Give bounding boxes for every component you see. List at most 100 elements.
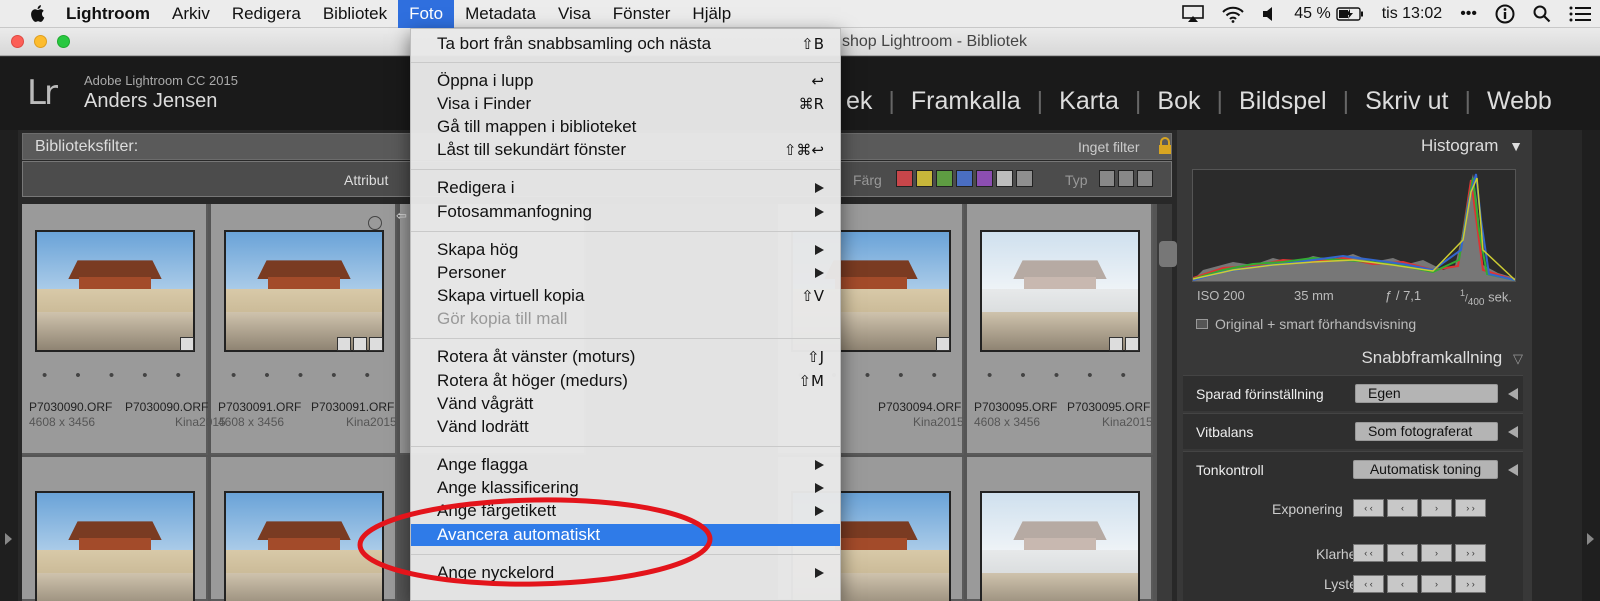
type-virtual-icon[interactable] — [1118, 170, 1134, 187]
wifi-icon[interactable] — [1222, 0, 1244, 28]
photo-thumbnail[interactable] — [980, 491, 1140, 601]
module-webb[interactable]: Webb — [1487, 87, 1552, 116]
histogram[interactable] — [1192, 169, 1516, 282]
module-framkalla[interactable]: Framkalla — [911, 87, 1021, 116]
menu-item-lock-secondary-window[interactable]: Låst till sekundärt fönster ⇧⌘↩ — [411, 139, 840, 161]
menu-hjalp[interactable]: Hjälp — [681, 0, 742, 28]
menu-visa[interactable]: Visa — [547, 0, 602, 28]
minimize-window-button[interactable] — [34, 35, 47, 48]
menu-item-open-loupe[interactable]: Öppna i lupp ↩ — [411, 70, 840, 92]
menu-fonster[interactable]: Fönster — [602, 0, 682, 28]
menu-item-edit-in[interactable]: Redigera i — [411, 177, 840, 199]
histogram-header[interactable]: Histogram ▼ — [1183, 136, 1523, 156]
vibrance-decrease[interactable]: ‹ — [1387, 575, 1418, 593]
module-skriv-ut[interactable]: Skriv ut — [1365, 87, 1448, 116]
clarity-decrease-large[interactable]: ‹ ‹ — [1353, 544, 1384, 562]
auto-tone-button[interactable]: Automatisk toning — [1353, 460, 1498, 479]
type-master-icon[interactable] — [1099, 170, 1115, 187]
exposure-decrease[interactable]: ‹ — [1387, 499, 1418, 517]
grid-cell[interactable]: • • • • • P7030095.ORF P7030095.ORF 4608… — [967, 204, 1153, 455]
module-bildspel[interactable]: Bildspel — [1239, 87, 1327, 116]
volume-icon[interactable] — [1262, 0, 1276, 28]
develop-adjust-icon[interactable] — [1125, 337, 1139, 351]
menu-item-show-in-finder[interactable]: Visa i Finder ⌘R — [411, 93, 840, 115]
menu-item-flip-vertical[interactable]: Vänd lodrätt — [411, 416, 840, 438]
develop-adjust-icon[interactable] — [936, 337, 950, 351]
white-balance-select[interactable]: Som fotograferat — [1355, 422, 1498, 441]
color-filter-purple[interactable] — [976, 170, 993, 187]
grid-cell[interactable] — [967, 457, 1153, 601]
color-filter-yellow[interactable] — [916, 170, 933, 187]
exposure-decrease-large[interactable]: ‹ ‹ — [1353, 499, 1384, 517]
rating-dots[interactable]: • • • • • — [231, 367, 382, 384]
menu-item-create-stack[interactable]: Skapa hög — [411, 239, 840, 261]
left-panel-toggle[interactable] — [0, 130, 18, 601]
menu-item-rotate-left[interactable]: Rotera åt vänster (moturs) ⇧J — [411, 346, 840, 368]
color-filter-blue[interactable] — [956, 170, 973, 187]
saved-preset-select[interactable]: Egen — [1355, 384, 1498, 403]
crop-icon[interactable] — [1109, 337, 1123, 351]
vibrance-increase-large[interactable]: › › — [1455, 575, 1486, 593]
quick-develop-header[interactable]: Snabbframkallning ▽ — [1183, 348, 1523, 368]
color-filter-other[interactable] — [996, 170, 1013, 187]
develop-adjust-icon[interactable] — [180, 337, 194, 351]
row-disclosure-icon[interactable] — [1508, 464, 1518, 476]
airplay-icon[interactable] — [1182, 0, 1205, 28]
menu-item-flip-horizontal[interactable]: Vänd vågrätt — [411, 393, 840, 415]
close-window-button[interactable] — [11, 35, 24, 48]
photo-thumbnail[interactable] — [980, 230, 1140, 352]
exposure-increase[interactable]: › — [1421, 499, 1452, 517]
menu-item-remove-from-quick-collection[interactable]: Ta bort från snabbsamling och nästa ⇧B — [411, 33, 840, 55]
crop-icon[interactable] — [353, 337, 367, 351]
menu-foto[interactable]: Foto — [398, 0, 455, 28]
notification-center-icon[interactable] — [1569, 0, 1591, 28]
filter-preset-dropdown[interactable]: Inget filter — [1078, 139, 1139, 155]
menu-item-photo-merge[interactable]: Fotosammanfogning — [411, 201, 840, 223]
menu-metadata[interactable]: Metadata — [454, 0, 547, 28]
grid-cell[interactable] — [22, 457, 208, 601]
menu-item-go-to-folder[interactable]: Gå till mappen i biblioteket — [411, 116, 840, 138]
color-filter-green[interactable] — [936, 170, 953, 187]
row-disclosure-icon[interactable] — [1508, 388, 1518, 400]
menu-item-create-virtual-copy[interactable]: Skapa virtuell kopia ⇧V — [411, 285, 840, 307]
quick-collection-circle-icon[interactable] — [368, 216, 382, 230]
exposure-increase-large[interactable]: › › — [1455, 499, 1486, 517]
rotate-icon[interactable]: ⇦ — [396, 208, 407, 224]
color-filter-red[interactable] — [896, 170, 913, 187]
row-disclosure-icon[interactable] — [1508, 426, 1518, 438]
menu-app-lightroom[interactable]: Lightroom — [66, 0, 161, 28]
clock[interactable]: tis 13:02 — [1382, 5, 1442, 23]
clarity-increase-large[interactable]: › › — [1455, 544, 1486, 562]
spotlight-search-icon[interactable] — [1533, 0, 1551, 28]
collection-icon[interactable] — [337, 337, 351, 351]
right-panel-toggle[interactable] — [1582, 130, 1600, 601]
vibrance-increase[interactable]: › — [1421, 575, 1452, 593]
zoom-window-button[interactable] — [57, 35, 70, 48]
grid-cell[interactable]: • • • • • P7030091.ORF P7030091.ORF 4608… — [175, 204, 397, 455]
preview-mode-checkbox[interactable] — [1196, 319, 1208, 329]
photo-thumbnail[interactable] — [224, 230, 384, 352]
module-bibliotek[interactable]: ek — [846, 87, 872, 116]
menu-redigera[interactable]: Redigera — [221, 0, 312, 28]
lock-icon[interactable] — [1157, 136, 1173, 161]
vibrance-decrease-large[interactable]: ‹ ‹ — [1353, 575, 1384, 593]
menu-arkiv[interactable]: Arkiv — [161, 0, 221, 28]
clarity-increase[interactable]: › — [1421, 544, 1452, 562]
rating-dots[interactable]: • • • • • — [987, 367, 1138, 384]
battery-icon[interactable] — [1336, 0, 1364, 28]
color-filter-none[interactable] — [1016, 170, 1033, 187]
grid-scrollbar-thumb[interactable] — [1159, 241, 1177, 267]
more-icon[interactable]: ••• — [1460, 5, 1477, 23]
develop-adjust-icon[interactable] — [369, 337, 383, 351]
module-bok[interactable]: Bok — [1157, 87, 1200, 116]
module-karta[interactable]: Karta — [1059, 87, 1119, 116]
menu-item-people[interactable]: Personer — [411, 262, 840, 284]
type-video-icon[interactable] — [1137, 170, 1153, 187]
info-icon[interactable] — [1495, 0, 1515, 28]
apple-icon[interactable] — [28, 4, 46, 24]
menu-item-set-flag[interactable]: Ange flagga — [411, 454, 840, 476]
rating-dots[interactable]: • • • • • — [42, 367, 193, 384]
photo-thumbnail[interactable] — [35, 491, 195, 601]
photo-thumbnail[interactable] — [35, 230, 195, 352]
menu-bibliotek[interactable]: Bibliotek — [312, 0, 398, 28]
